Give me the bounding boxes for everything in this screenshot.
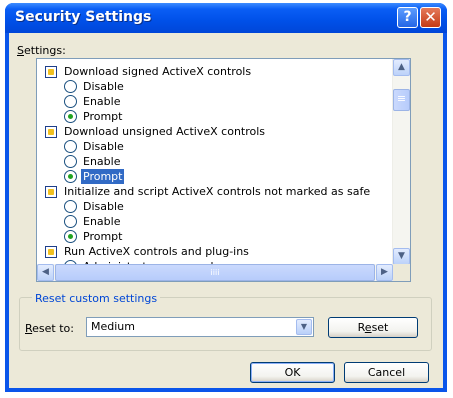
settings-label: Settings: bbox=[17, 44, 66, 57]
grip-icon: ≡ bbox=[396, 92, 407, 105]
group-download-unsigned: Download unsigned ActiveX controls bbox=[64, 125, 266, 138]
scroll-up-button[interactable]: ▲ bbox=[393, 59, 410, 76]
reset-to-label: Reset to: bbox=[25, 322, 74, 335]
radio-prompt-unsigned[interactable] bbox=[64, 170, 77, 183]
group-run-activex: Run ActiveX controls and plug-ins bbox=[64, 245, 249, 258]
reset-level-value: Medium bbox=[91, 320, 135, 333]
settings-category-icon bbox=[45, 186, 57, 198]
radio-enable-unsigned[interactable] bbox=[64, 155, 77, 168]
title-bar[interactable]: Security Settings ? ✕ bbox=[5, 3, 447, 33]
reset-group-legend: Reset custom settings bbox=[32, 292, 161, 305]
radio-enable-signed[interactable] bbox=[64, 95, 77, 108]
radio-label[interactable]: Prompt bbox=[83, 109, 122, 124]
settings-list[interactable]: Download signed ActiveX controls Disable… bbox=[36, 58, 411, 282]
horizontal-scroll-thumb[interactable]: iiii bbox=[55, 264, 375, 281]
radio-label[interactable]: Disable bbox=[83, 79, 124, 94]
horizontal-scrollbar[interactable]: ◀ iiii ▶ bbox=[37, 264, 393, 281]
scroll-right-button[interactable]: ▶ bbox=[376, 264, 393, 281]
radio-enable-init[interactable] bbox=[64, 215, 77, 228]
dialog-body: Settings: Download signed ActiveX contro… bbox=[9, 33, 443, 388]
reset-level-dropdown[interactable]: Medium ▼ bbox=[86, 317, 314, 337]
radio-disable-init[interactable] bbox=[64, 200, 77, 213]
radio-label[interactable]: Prompt bbox=[83, 229, 122, 244]
radio-disable-signed[interactable] bbox=[64, 80, 77, 93]
radio-label-selected[interactable]: Prompt bbox=[81, 169, 125, 184]
security-settings-window: Security Settings ? ✕ Settings: Download… bbox=[5, 3, 447, 392]
radio-label[interactable]: Enable bbox=[83, 154, 120, 169]
radio-disable-unsigned[interactable] bbox=[64, 140, 77, 153]
scroll-down-button[interactable]: ▼ bbox=[393, 248, 410, 265]
window-title: Security Settings bbox=[15, 9, 152, 25]
settings-category-icon bbox=[45, 126, 57, 138]
cancel-button[interactable]: Cancel bbox=[344, 362, 429, 383]
radio-label[interactable]: Enable bbox=[83, 214, 120, 229]
ok-button[interactable]: OK bbox=[250, 362, 335, 383]
scroll-thumb[interactable]: ≡ bbox=[393, 89, 410, 111]
radio-label[interactable]: Disable bbox=[83, 199, 124, 214]
chevron-down-icon[interactable]: ▼ bbox=[296, 319, 312, 335]
scroll-left-button[interactable]: ◀ bbox=[37, 264, 54, 281]
settings-category-icon bbox=[45, 66, 57, 78]
close-button[interactable]: ✕ bbox=[420, 7, 441, 28]
help-button[interactable]: ? bbox=[397, 7, 418, 28]
radio-prompt-init[interactable] bbox=[64, 230, 77, 243]
group-initialize-script: Initialize and script ActiveX controls n… bbox=[64, 185, 371, 198]
reset-button[interactable]: Reset bbox=[328, 317, 418, 338]
scrollbar-corner bbox=[393, 264, 410, 281]
radio-label[interactable]: Disable bbox=[83, 139, 124, 154]
radio-prompt-signed[interactable] bbox=[64, 110, 77, 123]
group-download-signed: Download signed ActiveX controls bbox=[64, 65, 252, 78]
grip-icon: iiii bbox=[210, 268, 220, 277]
vertical-scrollbar[interactable]: ▲ ≡ ▼ bbox=[392, 59, 410, 265]
radio-label[interactable]: Enable bbox=[83, 94, 120, 109]
settings-category-icon bbox=[45, 246, 57, 258]
